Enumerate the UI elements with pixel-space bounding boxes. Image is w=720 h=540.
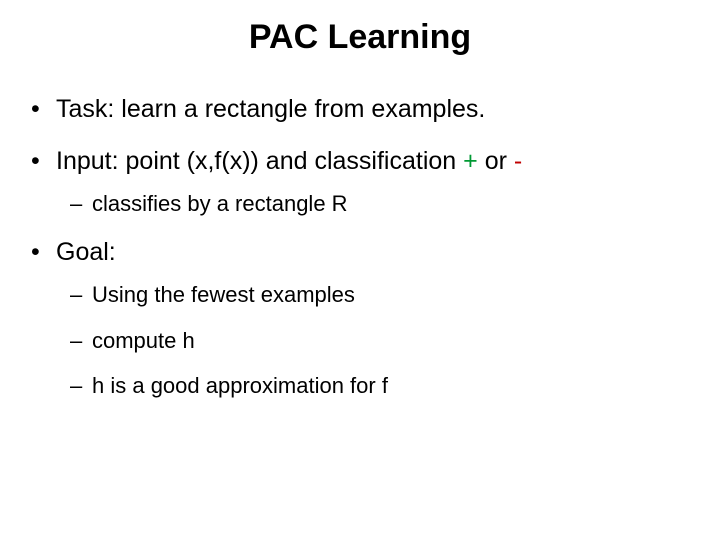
goal-label: Goal: [56, 238, 116, 266]
task-text: learn a rectangle from examples. [114, 95, 485, 123]
slide-title: PAC Learning [28, 18, 692, 57]
task-label: Task: [56, 95, 114, 123]
bullet-task: Task: learn a rectangle from examples. [28, 93, 692, 127]
plus-symbol: + [463, 147, 478, 175]
sub-compute: compute h [70, 326, 692, 356]
input-text: point (x,f(x)) and classification [119, 147, 464, 175]
input-sublist: classifies by a rectangle R [70, 189, 692, 219]
sub-fewest: Using the fewest examples [70, 280, 692, 310]
sub-approx: h is a good approximation for f [70, 371, 692, 401]
input-label: Input: [56, 147, 119, 175]
input-mid: or [478, 147, 514, 175]
goal-sublist: Using the fewest examples compute h h is… [70, 280, 692, 401]
sub-classifies: classifies by a rectangle R [70, 189, 692, 219]
minus-symbol: - [514, 147, 522, 175]
bullet-list: Task: learn a rectangle from examples. I… [28, 93, 692, 401]
bullet-input: Input: point (x,f(x)) and classification… [28, 145, 692, 218]
slide: PAC Learning Task: learn a rectangle fro… [0, 0, 720, 437]
bullet-goal: Goal: Using the fewest examples compute … [28, 236, 692, 401]
